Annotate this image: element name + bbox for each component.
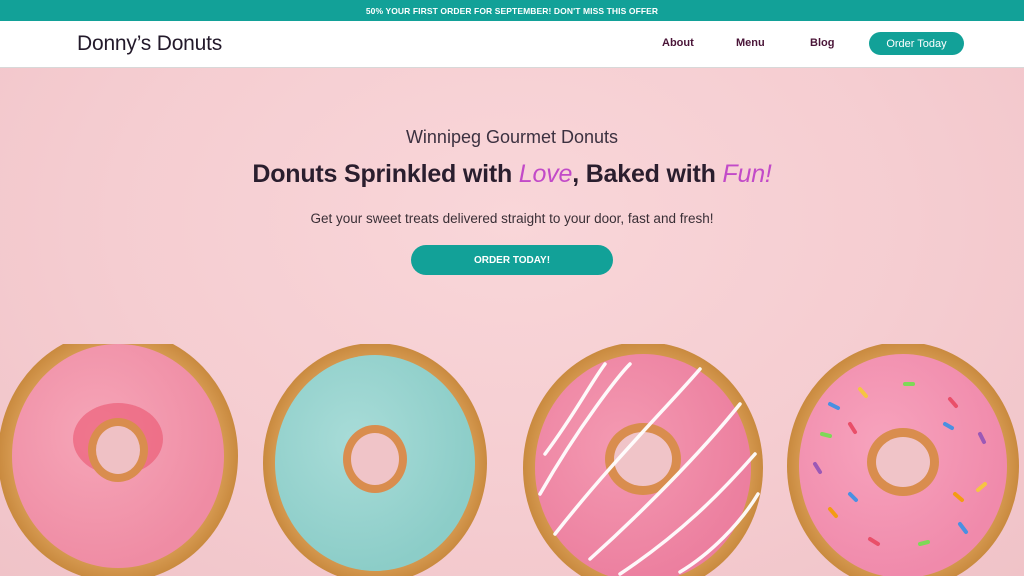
donuts-image [0,344,1019,576]
hero-section: Winnipeg Gourmet Donuts Donuts Sprinkled… [0,68,1024,576]
headline-part2: , Baked with [572,160,723,188]
nav-blog-link[interactable]: Blog [810,37,834,49]
donut-pink-sugar [0,344,238,576]
headline-accent-fun: Fun! [722,160,772,188]
donut-blue-sugar [263,344,487,576]
site-header: Donny’s Donuts About Menu Blog Order Tod… [0,21,1024,68]
nav-menu-link[interactable]: Menu [736,37,765,49]
headline-part1: Donuts Sprinkled with [252,160,519,188]
donut-pink-drizzle [523,344,763,576]
promo-text: 50% YOUR FIRST ORDER FOR SEPTEMBER! DON'… [365,5,659,16]
promo-banner: 50% YOUR FIRST ORDER FOR SEPTEMBER! DON'… [0,0,1024,21]
brand-logo[interactable]: Donny’s Donuts [77,32,222,56]
hero-eyebrow: Winnipeg Gourmet Donuts [405,127,619,147]
donut-rainbow-sprinkles [787,344,1019,576]
order-today-button[interactable]: Order Today [869,32,964,55]
hero-order-button[interactable]: ORDER TODAY! [411,245,613,275]
hero-headline: Donuts Sprinkled with Love, Baked with F… [0,160,1024,189]
hero-subhead: Get your sweet treats delivered straight… [310,211,714,226]
nav-about-link[interactable]: About [662,37,694,49]
headline-accent-love: Love [518,160,573,188]
